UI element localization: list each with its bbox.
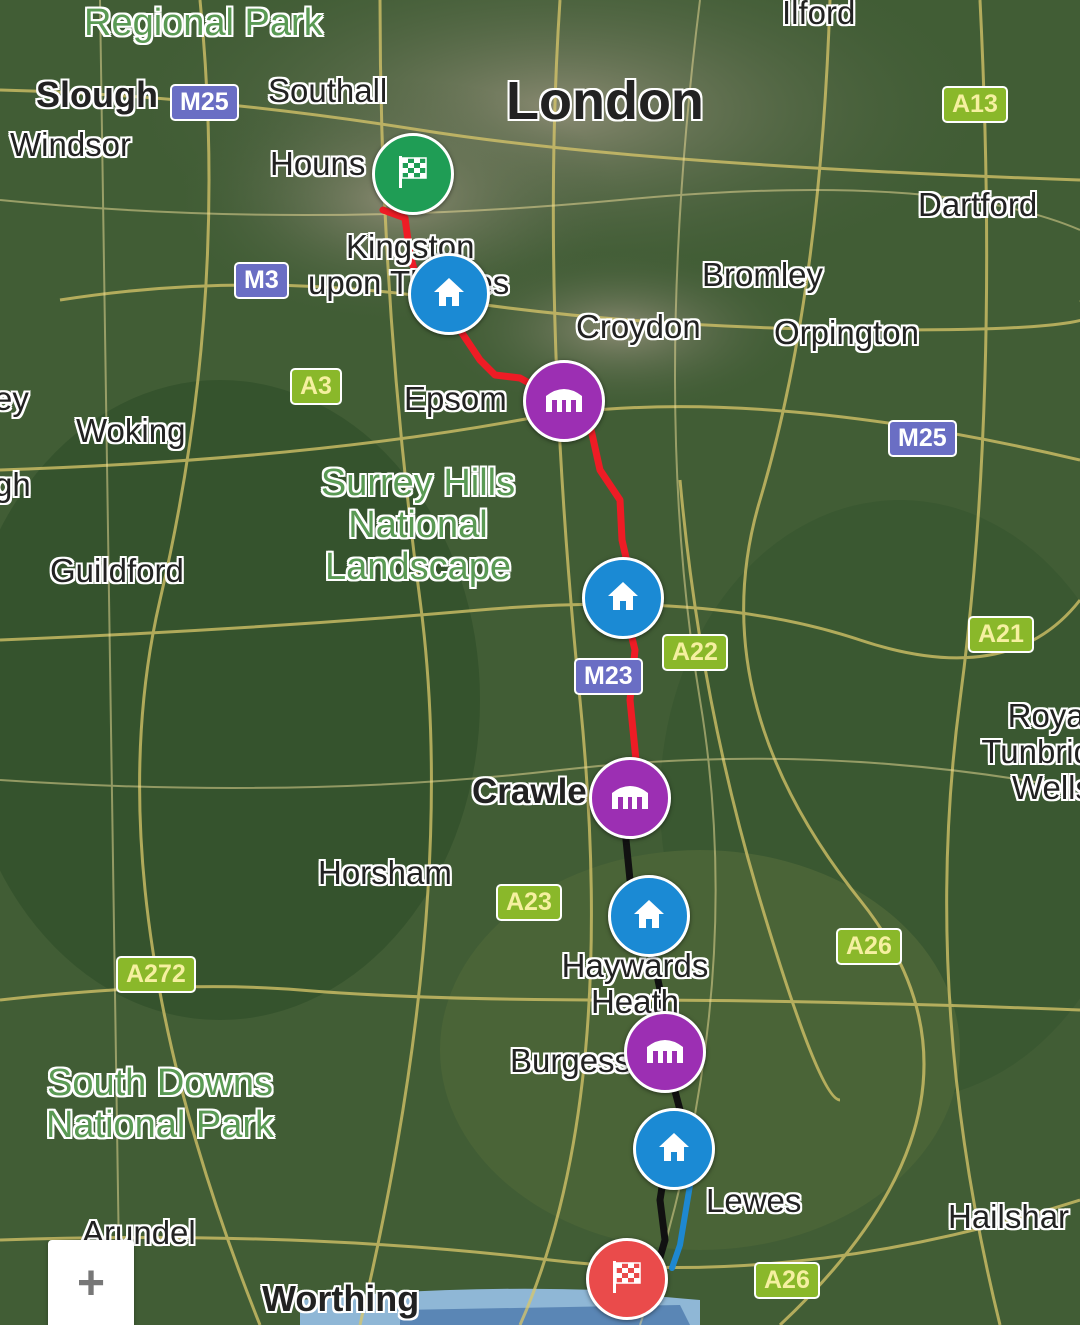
dartford-label: Dartford	[918, 186, 1038, 223]
left-edge-label-1: ey	[0, 380, 29, 417]
croydon-label: Croydon	[576, 308, 701, 345]
orpington-label: Orpington	[774, 314, 919, 351]
plus-icon: +	[76, 1256, 106, 1310]
start-flag-icon	[393, 152, 433, 197]
bromley-label: Bromley	[702, 256, 824, 293]
royal-tunbridge-wells-label: Royal Tunbrid Wells	[981, 697, 1080, 806]
home-icon	[655, 1128, 693, 1171]
left-edge-label-2: gh	[0, 466, 31, 503]
road-shield-m25-east: M25	[888, 420, 957, 457]
road-shield-m23: M23	[574, 658, 643, 695]
finish-marker[interactable]	[586, 1238, 668, 1320]
accommodation-marker-3[interactable]	[608, 875, 690, 957]
hotel-icon	[542, 382, 586, 421]
road-shield-m3: M3	[234, 262, 289, 299]
finish-flag-icon	[607, 1257, 647, 1302]
horsham-label: Horsham	[318, 854, 452, 891]
burgess-hill-label: Burgess	[510, 1042, 632, 1079]
lewes-label: Lewes	[706, 1182, 802, 1219]
epsom-label: Epsom	[404, 380, 507, 417]
road-shield-a22: A22	[662, 634, 728, 671]
worthing-label: Worthing	[262, 1278, 420, 1319]
hailsham-label: Hailshar	[948, 1198, 1070, 1235]
road-shield-a3: A3	[290, 368, 342, 405]
start-marker[interactable]	[372, 133, 454, 215]
london-label: London	[506, 71, 704, 131]
hotel-icon	[608, 779, 652, 818]
guildford-label: Guildford	[50, 552, 184, 589]
south-downs-label: South Downs National Park	[45, 1062, 275, 1146]
accommodation-marker-1[interactable]	[408, 253, 490, 335]
accommodation-marker-2[interactable]	[582, 557, 664, 639]
road-shield-a26-south: A26	[754, 1262, 820, 1299]
zoom-in-button[interactable]: +	[48, 1240, 134, 1325]
home-icon	[430, 273, 468, 316]
stop-marker-2[interactable]	[589, 757, 671, 839]
road-shield-m25-west: M25	[170, 84, 239, 121]
southall-label: Southall	[268, 72, 388, 109]
hotel-icon	[643, 1033, 687, 1072]
home-icon	[630, 895, 668, 938]
stop-marker-3[interactable]	[624, 1011, 706, 1093]
road-shield-a23: A23	[496, 884, 562, 921]
route-map[interactable]: Regional Park Ilford Slough Southall Lon…	[0, 0, 1080, 1325]
woking-label: Woking	[76, 412, 186, 449]
home-icon	[604, 577, 642, 620]
road-shield-a13: A13	[942, 86, 1008, 123]
road-shield-a21: A21	[968, 616, 1034, 653]
road-shield-a272: A272	[116, 956, 196, 993]
crawley-label: Crawle	[472, 772, 587, 811]
accommodation-marker-4[interactable]	[633, 1108, 715, 1190]
windsor-label: Windsor	[10, 126, 132, 163]
haywards-heath-label: Haywards Heath	[561, 947, 709, 1020]
ilford-label: Ilford	[782, 0, 856, 31]
stop-marker-1[interactable]	[523, 360, 605, 442]
road-shield-a26-north: A26	[836, 928, 902, 965]
regional-park-label: Regional Park	[84, 2, 323, 44]
hounslow-label: Houns	[270, 145, 366, 182]
surrey-hills-label: Surrey Hills National Landscape	[320, 462, 516, 588]
slough-label: Slough	[36, 74, 158, 115]
